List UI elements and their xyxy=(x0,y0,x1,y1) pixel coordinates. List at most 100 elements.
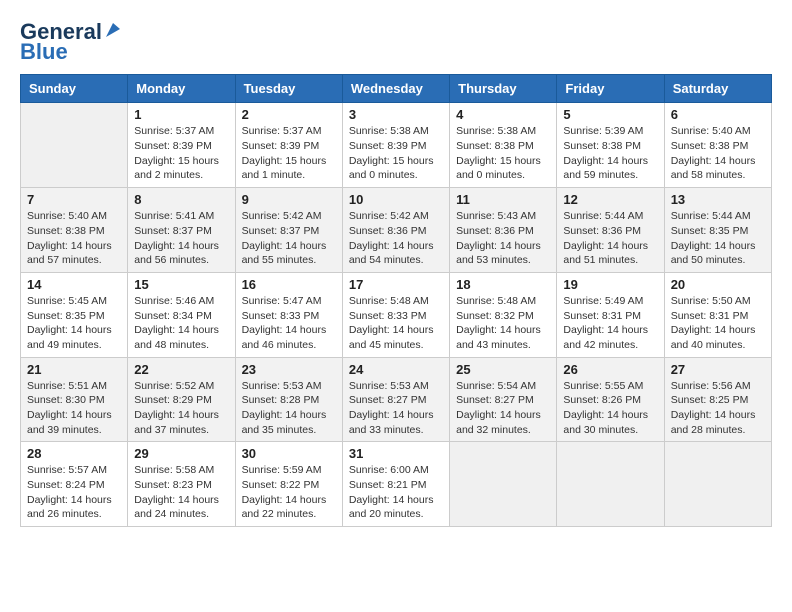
calendar-cell xyxy=(664,442,771,527)
day-number: 17 xyxy=(349,277,443,292)
day-info: Sunrise: 5:42 AM Sunset: 8:37 PM Dayligh… xyxy=(242,209,336,268)
calendar-cell: 29 Sunrise: 5:58 AM Sunset: 8:23 PM Dayli… xyxy=(128,442,235,527)
day-info: Sunrise: 5:40 AM Sunset: 8:38 PM Dayligh… xyxy=(27,209,121,268)
logo-text-blue: Blue xyxy=(20,40,68,64)
calendar-cell: 13 Sunrise: 5:44 AM Sunset: 8:35 PM Dayli… xyxy=(664,188,771,273)
calendar-week-1: 1 Sunrise: 5:37 AM Sunset: 8:39 PM Daylig… xyxy=(21,103,772,188)
calendar-cell: 1 Sunrise: 5:37 AM Sunset: 8:39 PM Daylig… xyxy=(128,103,235,188)
calendar-week-5: 28 Sunrise: 5:57 AM Sunset: 8:24 PM Dayli… xyxy=(21,442,772,527)
calendar-cell: 26Sunrise: 5:55 AM Sunset: 8:26 PM Dayli… xyxy=(557,357,664,442)
day-number: 30 xyxy=(242,446,336,461)
day-number: 6 xyxy=(671,107,765,122)
calendar-week-3: 14Sunrise: 5:45 AM Sunset: 8:35 PM Dayli… xyxy=(21,272,772,357)
day-number: 31 xyxy=(349,446,443,461)
calendar-cell: 21 Sunrise: 5:51 AM Sunset: 8:30 PM Dayli… xyxy=(21,357,128,442)
day-number: 22 xyxy=(134,362,228,377)
day-info: Sunrise: 5:42 AM Sunset: 8:36 PM Dayligh… xyxy=(349,209,443,268)
calendar-cell: 27 Sunrise: 5:56 AM Sunset: 8:25 PM Dayli… xyxy=(664,357,771,442)
calendar-cell: 10 Sunrise: 5:42 AM Sunset: 8:36 PM Dayli… xyxy=(342,188,449,273)
calendar-cell: 16 Sunrise: 5:47 AM Sunset: 8:33 PM Dayli… xyxy=(235,272,342,357)
calendar-header-friday: Friday xyxy=(557,75,664,103)
calendar-cell: 9 Sunrise: 5:42 AM Sunset: 8:37 PM Daylig… xyxy=(235,188,342,273)
page-header: General Blue xyxy=(20,20,772,64)
day-info: Sunrise: 5:38 AM Sunset: 8:38 PM Dayligh… xyxy=(456,124,550,183)
calendar-cell: 24 Sunrise: 5:53 AM Sunset: 8:27 PM Dayli… xyxy=(342,357,449,442)
calendar-header-tuesday: Tuesday xyxy=(235,75,342,103)
day-number: 5 xyxy=(563,107,657,122)
day-info: Sunrise: 5:37 AM Sunset: 8:39 PM Dayligh… xyxy=(242,124,336,183)
day-info: Sunrise: 5:44 AM Sunset: 8:35 PM Dayligh… xyxy=(671,209,765,268)
calendar-cell: 5 Sunrise: 5:39 AM Sunset: 8:38 PM Daylig… xyxy=(557,103,664,188)
day-number: 20 xyxy=(671,277,765,292)
day-info: Sunrise: 5:56 AM Sunset: 8:25 PM Dayligh… xyxy=(671,379,765,438)
day-info: Sunrise: 5:38 AM Sunset: 8:39 PM Dayligh… xyxy=(349,124,443,183)
day-info: Sunrise: 5:58 AM Sunset: 8:23 PM Dayligh… xyxy=(134,463,228,522)
day-number: 11 xyxy=(456,192,550,207)
day-info: Sunrise: 5:51 AM Sunset: 8:30 PM Dayligh… xyxy=(27,379,121,438)
day-info: Sunrise: 6:00 AM Sunset: 8:21 PM Dayligh… xyxy=(349,463,443,522)
day-number: 16 xyxy=(242,277,336,292)
day-info: Sunrise: 5:49 AM Sunset: 8:31 PM Dayligh… xyxy=(563,294,657,353)
day-number: 12 xyxy=(563,192,657,207)
day-number: 27 xyxy=(671,362,765,377)
day-number: 19 xyxy=(563,277,657,292)
calendar-cell: 12 Sunrise: 5:44 AM Sunset: 8:36 PM Dayli… xyxy=(557,188,664,273)
calendar-header-sunday: Sunday xyxy=(21,75,128,103)
day-number: 9 xyxy=(242,192,336,207)
day-number: 7 xyxy=(27,192,121,207)
day-info: Sunrise: 5:44 AM Sunset: 8:36 PM Dayligh… xyxy=(563,209,657,268)
day-number: 28 xyxy=(27,446,121,461)
day-info: Sunrise: 5:48 AM Sunset: 8:32 PM Dayligh… xyxy=(456,294,550,353)
day-info: Sunrise: 5:59 AM Sunset: 8:22 PM Dayligh… xyxy=(242,463,336,522)
calendar-header-row: SundayMondayTuesdayWednesdayThursdayFrid… xyxy=(21,75,772,103)
calendar-cell: 3 Sunrise: 5:38 AM Sunset: 8:39 PM Daylig… xyxy=(342,103,449,188)
day-number: 3 xyxy=(349,107,443,122)
day-number: 25 xyxy=(456,362,550,377)
calendar-cell: 18 Sunrise: 5:48 AM Sunset: 8:32 PM Dayli… xyxy=(450,272,557,357)
calendar-cell: 6 Sunrise: 5:40 AM Sunset: 8:38 PM Daylig… xyxy=(664,103,771,188)
day-number: 13 xyxy=(671,192,765,207)
day-info: Sunrise: 5:37 AM Sunset: 8:39 PM Dayligh… xyxy=(134,124,228,183)
day-number: 10 xyxy=(349,192,443,207)
calendar-cell: 11Sunrise: 5:43 AM Sunset: 8:36 PM Dayli… xyxy=(450,188,557,273)
calendar-cell: 2Sunrise: 5:37 AM Sunset: 8:39 PM Daylig… xyxy=(235,103,342,188)
calendar-header-monday: Monday xyxy=(128,75,235,103)
day-info: Sunrise: 5:48 AM Sunset: 8:33 PM Dayligh… xyxy=(349,294,443,353)
day-info: Sunrise: 5:52 AM Sunset: 8:29 PM Dayligh… xyxy=(134,379,228,438)
calendar-cell: 23Sunrise: 5:53 AM Sunset: 8:28 PM Dayli… xyxy=(235,357,342,442)
day-info: Sunrise: 5:54 AM Sunset: 8:27 PM Dayligh… xyxy=(456,379,550,438)
calendar-cell: 25 Sunrise: 5:54 AM Sunset: 8:27 PM Dayli… xyxy=(450,357,557,442)
day-info: Sunrise: 5:40 AM Sunset: 8:38 PM Dayligh… xyxy=(671,124,765,183)
calendar-cell: 30 Sunrise: 5:59 AM Sunset: 8:22 PM Dayli… xyxy=(235,442,342,527)
day-info: Sunrise: 5:41 AM Sunset: 8:37 PM Dayligh… xyxy=(134,209,228,268)
calendar-cell: 8 Sunrise: 5:41 AM Sunset: 8:37 PM Daylig… xyxy=(128,188,235,273)
calendar-header-wednesday: Wednesday xyxy=(342,75,449,103)
calendar-table: SundayMondayTuesdayWednesdayThursdayFrid… xyxy=(20,74,772,527)
day-number: 8 xyxy=(134,192,228,207)
calendar-cell: 19 Sunrise: 5:49 AM Sunset: 8:31 PM Dayli… xyxy=(557,272,664,357)
calendar-cell xyxy=(450,442,557,527)
day-info: Sunrise: 5:47 AM Sunset: 8:33 PM Dayligh… xyxy=(242,294,336,353)
calendar-cell: 14Sunrise: 5:45 AM Sunset: 8:35 PM Dayli… xyxy=(21,272,128,357)
calendar-cell xyxy=(557,442,664,527)
day-number: 1 xyxy=(134,107,228,122)
day-number: 21 xyxy=(27,362,121,377)
calendar-cell: 17 Sunrise: 5:48 AM Sunset: 8:33 PM Dayli… xyxy=(342,272,449,357)
calendar-cell xyxy=(21,103,128,188)
day-number: 15 xyxy=(134,277,228,292)
day-info: Sunrise: 5:57 AM Sunset: 8:24 PM Dayligh… xyxy=(27,463,121,522)
day-number: 14 xyxy=(27,277,121,292)
day-number: 24 xyxy=(349,362,443,377)
day-number: 18 xyxy=(456,277,550,292)
day-info: Sunrise: 5:39 AM Sunset: 8:38 PM Dayligh… xyxy=(563,124,657,183)
day-number: 29 xyxy=(134,446,228,461)
day-info: Sunrise: 5:55 AM Sunset: 8:26 PM Dayligh… xyxy=(563,379,657,438)
calendar-cell: 28 Sunrise: 5:57 AM Sunset: 8:24 PM Dayli… xyxy=(21,442,128,527)
calendar-week-2: 7 Sunrise: 5:40 AM Sunset: 8:38 PM Daylig… xyxy=(21,188,772,273)
day-number: 4 xyxy=(456,107,550,122)
calendar-header-saturday: Saturday xyxy=(664,75,771,103)
calendar-cell: 4 Sunrise: 5:38 AM Sunset: 8:38 PM Daylig… xyxy=(450,103,557,188)
day-number: 23 xyxy=(242,362,336,377)
calendar-cell: 7 Sunrise: 5:40 AM Sunset: 8:38 PM Daylig… xyxy=(21,188,128,273)
day-info: Sunrise: 5:53 AM Sunset: 8:27 PM Dayligh… xyxy=(349,379,443,438)
